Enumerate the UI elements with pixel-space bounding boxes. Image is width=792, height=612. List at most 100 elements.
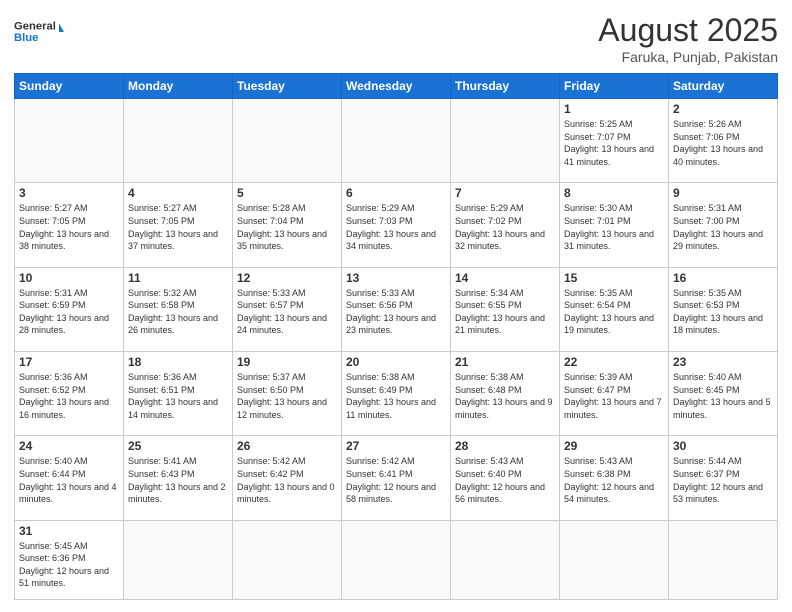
- day-info: Sunrise: 5:37 AM Sunset: 6:50 PM Dayligh…: [237, 371, 337, 421]
- header: General Blue August 2025 Faruka, Punjab,…: [14, 12, 778, 65]
- day-info: Sunrise: 5:28 AM Sunset: 7:04 PM Dayligh…: [237, 202, 337, 252]
- weekday-header-row: SundayMondayTuesdayWednesdayThursdayFrid…: [15, 74, 778, 99]
- day-number: 25: [128, 439, 228, 453]
- calendar-cell: 31Sunrise: 5:45 AM Sunset: 6:36 PM Dayli…: [15, 520, 124, 599]
- day-number: 20: [346, 355, 446, 369]
- calendar-cell: 2 Sunrise: 5:26 AM Sunset: 7:06 PM Daylig…: [669, 99, 778, 183]
- day-number: 8: [564, 186, 664, 200]
- calendar-cell: 11 Sunrise: 5:32 AM Sunset: 6:58 PM Dayli…: [124, 267, 233, 351]
- day-info: Sunrise: 5:33 AM Sunset: 6:57 PM Dayligh…: [237, 287, 337, 337]
- day-info: Sunrise: 5:40 AM Sunset: 6:44 PM Dayligh…: [19, 455, 119, 505]
- calendar-cell: [233, 520, 342, 599]
- day-number: 16: [673, 271, 773, 285]
- weekday-header-wednesday: Wednesday: [342, 74, 451, 99]
- calendar-cell: [233, 99, 342, 183]
- calendar-cell: 24Sunrise: 5:40 AM Sunset: 6:44 PM Dayli…: [15, 436, 124, 520]
- day-number: 17: [19, 355, 119, 369]
- calendar-table: SundayMondayTuesdayWednesdayThursdayFrid…: [14, 73, 778, 600]
- day-number: 29: [564, 439, 664, 453]
- calendar-week-0: 1 Sunrise: 5:25 AM Sunset: 7:07 PM Daylig…: [15, 99, 778, 183]
- day-info: Sunrise: 5:39 AM Sunset: 6:47 PM Dayligh…: [564, 371, 664, 421]
- day-info: Sunrise: 5:32 AM Sunset: 6:58 PM Dayligh…: [128, 287, 228, 337]
- day-info: Sunrise: 5:35 AM Sunset: 6:54 PM Dayligh…: [564, 287, 664, 337]
- day-info: Sunrise: 5:38 AM Sunset: 6:48 PM Dayligh…: [455, 371, 555, 421]
- calendar-cell: 21 Sunrise: 5:38 AM Sunset: 6:48 PM Dayli…: [451, 351, 560, 435]
- calendar-cell: 6 Sunrise: 5:29 AM Sunset: 7:03 PM Daylig…: [342, 183, 451, 267]
- calendar-cell: 22 Sunrise: 5:39 AM Sunset: 6:47 PM Dayli…: [560, 351, 669, 435]
- weekday-header-thursday: Thursday: [451, 74, 560, 99]
- day-info: Sunrise: 5:26 AM Sunset: 7:06 PM Dayligh…: [673, 118, 773, 168]
- day-number: 3: [19, 186, 119, 200]
- day-info: Sunrise: 5:31 AM Sunset: 7:00 PM Dayligh…: [673, 202, 773, 252]
- day-info: Sunrise: 5:41 AM Sunset: 6:43 PM Dayligh…: [128, 455, 228, 505]
- calendar-cell: [451, 99, 560, 183]
- day-number: 1: [564, 102, 664, 116]
- calendar-cell: [342, 99, 451, 183]
- calendar-cell: 15Sunrise: 5:35 AM Sunset: 6:54 PM Dayli…: [560, 267, 669, 351]
- day-info: Sunrise: 5:40 AM Sunset: 6:45 PM Dayligh…: [673, 371, 773, 421]
- svg-text:General: General: [14, 21, 56, 33]
- calendar-cell: 5 Sunrise: 5:28 AM Sunset: 7:04 PM Daylig…: [233, 183, 342, 267]
- calendar-cell: 20Sunrise: 5:38 AM Sunset: 6:49 PM Dayli…: [342, 351, 451, 435]
- calendar-cell: 8 Sunrise: 5:30 AM Sunset: 7:01 PM Daylig…: [560, 183, 669, 267]
- calendar-cell: 29Sunrise: 5:43 AM Sunset: 6:38 PM Dayli…: [560, 436, 669, 520]
- day-info: Sunrise: 5:27 AM Sunset: 7:05 PM Dayligh…: [128, 202, 228, 252]
- location: Faruka, Punjab, Pakistan: [598, 49, 778, 65]
- day-info: Sunrise: 5:34 AM Sunset: 6:55 PM Dayligh…: [455, 287, 555, 337]
- day-info: Sunrise: 5:36 AM Sunset: 6:52 PM Dayligh…: [19, 371, 119, 421]
- day-number: 10: [19, 271, 119, 285]
- day-number: 19: [237, 355, 337, 369]
- calendar-week-2: 10Sunrise: 5:31 AM Sunset: 6:59 PM Dayli…: [15, 267, 778, 351]
- calendar-cell: 19 Sunrise: 5:37 AM Sunset: 6:50 PM Dayli…: [233, 351, 342, 435]
- day-info: Sunrise: 5:29 AM Sunset: 7:02 PM Dayligh…: [455, 202, 555, 252]
- day-number: 6: [346, 186, 446, 200]
- calendar-cell: 27Sunrise: 5:42 AM Sunset: 6:41 PM Dayli…: [342, 436, 451, 520]
- day-info: Sunrise: 5:45 AM Sunset: 6:36 PM Dayligh…: [19, 540, 119, 590]
- calendar-cell: [15, 99, 124, 183]
- calendar-week-5: 31Sunrise: 5:45 AM Sunset: 6:36 PM Dayli…: [15, 520, 778, 599]
- weekday-header-friday: Friday: [560, 74, 669, 99]
- weekday-header-sunday: Sunday: [15, 74, 124, 99]
- day-number: 22: [564, 355, 664, 369]
- logo-svg: General Blue: [14, 12, 64, 52]
- day-number: 4: [128, 186, 228, 200]
- day-number: 18: [128, 355, 228, 369]
- calendar-cell: 7 Sunrise: 5:29 AM Sunset: 7:02 PM Daylig…: [451, 183, 560, 267]
- day-info: Sunrise: 5:33 AM Sunset: 6:56 PM Dayligh…: [346, 287, 446, 337]
- day-number: 26: [237, 439, 337, 453]
- day-number: 7: [455, 186, 555, 200]
- calendar-cell: 17 Sunrise: 5:36 AM Sunset: 6:52 PM Dayli…: [15, 351, 124, 435]
- calendar-cell: 14 Sunrise: 5:34 AM Sunset: 6:55 PM Dayli…: [451, 267, 560, 351]
- day-info: Sunrise: 5:35 AM Sunset: 6:53 PM Dayligh…: [673, 287, 773, 337]
- calendar-cell: [451, 520, 560, 599]
- day-info: Sunrise: 5:43 AM Sunset: 6:40 PM Dayligh…: [455, 455, 555, 505]
- calendar-week-4: 24Sunrise: 5:40 AM Sunset: 6:44 PM Dayli…: [15, 436, 778, 520]
- day-number: 14: [455, 271, 555, 285]
- calendar-cell: [669, 520, 778, 599]
- day-number: 9: [673, 186, 773, 200]
- calendar-cell: 3 Sunrise: 5:27 AM Sunset: 7:05 PM Daylig…: [15, 183, 124, 267]
- calendar-cell: 9 Sunrise: 5:31 AM Sunset: 7:00 PM Daylig…: [669, 183, 778, 267]
- day-info: Sunrise: 5:29 AM Sunset: 7:03 PM Dayligh…: [346, 202, 446, 252]
- calendar-cell: 12Sunrise: 5:33 AM Sunset: 6:57 PM Dayli…: [233, 267, 342, 351]
- day-info: Sunrise: 5:30 AM Sunset: 7:01 PM Dayligh…: [564, 202, 664, 252]
- day-info: Sunrise: 5:27 AM Sunset: 7:05 PM Dayligh…: [19, 202, 119, 252]
- svg-text:Blue: Blue: [14, 32, 38, 44]
- calendar-cell: 10Sunrise: 5:31 AM Sunset: 6:59 PM Dayli…: [15, 267, 124, 351]
- day-number: 11: [128, 271, 228, 285]
- day-number: 5: [237, 186, 337, 200]
- day-number: 27: [346, 439, 446, 453]
- day-number: 21: [455, 355, 555, 369]
- day-info: Sunrise: 5:36 AM Sunset: 6:51 PM Dayligh…: [128, 371, 228, 421]
- calendar-cell: [342, 520, 451, 599]
- day-number: 23: [673, 355, 773, 369]
- day-number: 30: [673, 439, 773, 453]
- day-info: Sunrise: 5:25 AM Sunset: 7:07 PM Dayligh…: [564, 118, 664, 168]
- calendar-cell: 13Sunrise: 5:33 AM Sunset: 6:56 PM Dayli…: [342, 267, 451, 351]
- day-number: 2: [673, 102, 773, 116]
- calendar-cell: 16 Sunrise: 5:35 AM Sunset: 6:53 PM Dayli…: [669, 267, 778, 351]
- calendar-cell: 1 Sunrise: 5:25 AM Sunset: 7:07 PM Daylig…: [560, 99, 669, 183]
- logo: General Blue: [14, 12, 64, 52]
- calendar-week-1: 3 Sunrise: 5:27 AM Sunset: 7:05 PM Daylig…: [15, 183, 778, 267]
- weekday-header-saturday: Saturday: [669, 74, 778, 99]
